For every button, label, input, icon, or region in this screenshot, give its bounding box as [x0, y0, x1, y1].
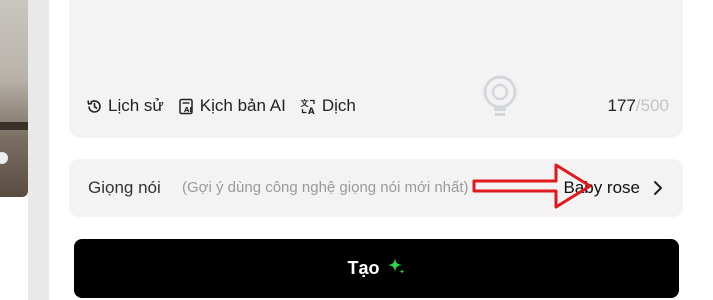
lightbulb-logo-icon	[480, 74, 520, 125]
translate-icon: 文 A	[300, 98, 317, 115]
svg-text:A: A	[308, 107, 315, 115]
history-clock-icon	[86, 98, 103, 115]
svg-text:AI: AI	[184, 106, 192, 114]
quantrimang-watermark	[480, 74, 520, 125]
translate-button[interactable]: 文 A Dịch	[300, 96, 356, 116]
ai-script-icon: AI	[178, 98, 195, 115]
chevron-right-icon[interactable]	[653, 180, 663, 201]
background-thumbnail	[0, 0, 28, 197]
translate-label: Dịch	[321, 96, 356, 115]
tts-panel: Lịch sử AI Kịch bản AI 文 A Dịch 177/500 …	[49, 0, 713, 300]
thumbnail-detail	[0, 122, 28, 130]
sparkle-icon	[386, 256, 406, 281]
create-button-label: Tạo	[347, 258, 380, 278]
ai-script-button[interactable]: AI Kịch bản AI	[178, 96, 286, 116]
character-count: 177	[607, 96, 636, 115]
text-toolbar: Lịch sử AI Kịch bản AI 文 A Dịch	[86, 96, 356, 116]
voice-hint: (Gợi ý dùng công nghệ giọng nói mới nhất…	[182, 179, 469, 196]
voice-label: Giọng nói	[88, 178, 161, 197]
text-input-area[interactable]: Lịch sử AI Kịch bản AI 文 A Dịch 177/500	[69, 0, 683, 138]
annotation-arrow-icon	[472, 159, 594, 218]
character-counter: 177/500	[608, 96, 669, 116]
history-label: Lịch sử	[108, 96, 164, 115]
ai-script-label: Kịch bản AI	[199, 96, 286, 115]
history-button[interactable]: Lịch sử	[86, 96, 164, 116]
create-button[interactable]: Tạo	[74, 239, 679, 298]
character-limit: 500	[640, 96, 669, 115]
background-page-edge	[0, 0, 28, 300]
